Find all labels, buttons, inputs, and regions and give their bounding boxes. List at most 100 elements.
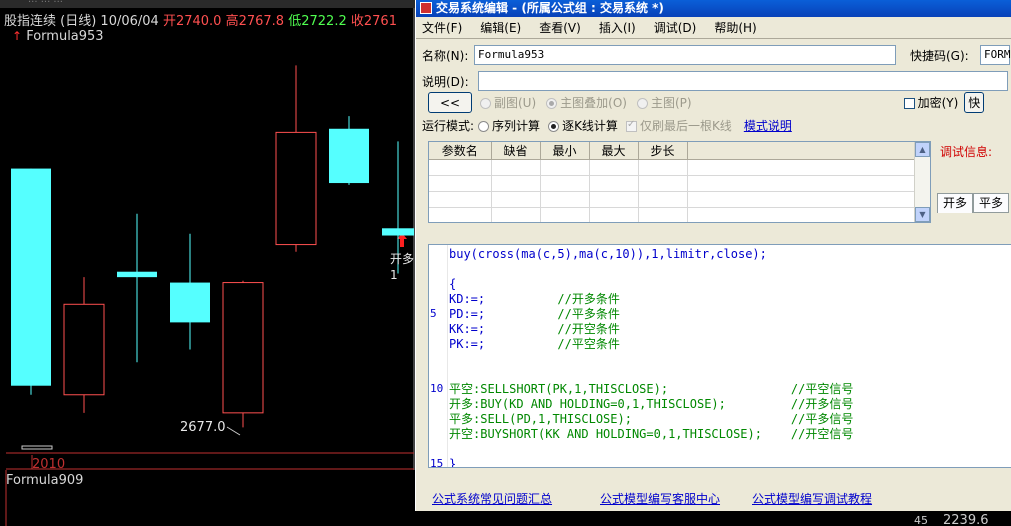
col-max[interactable]: 最大: [589, 142, 639, 160]
menu-help[interactable]: 帮助(H): [714, 19, 756, 36]
x-axis-year-label: 2010: [32, 457, 66, 472]
candle: [222, 280, 264, 428]
tab-open-long[interactable]: 开多: [937, 193, 974, 213]
radio-main-chart-label: 主图(P): [650, 96, 692, 110]
scroll-down-icon[interactable]: ▼: [915, 207, 930, 222]
trading-system-editor-dialog: 交易系统编辑 - (所属公式组 : 交易系统 *) 文件(F) 编辑(E) 查看…: [415, 0, 1011, 511]
chart-type-sub[interactable]: 副图(U): [480, 94, 536, 111]
line-number: 10: [430, 382, 444, 395]
code-editor[interactable]: 5 10 15 buy(cross(ma(c,5),ma(c,10)),1,limi…: [428, 244, 1011, 468]
radio-sub-chart[interactable]: [480, 98, 491, 109]
code-line: {: [449, 277, 853, 292]
code-line: buy(cross(ma(c,5),ma(c,10)),1,limitr,clo…: [449, 247, 853, 262]
mode-help-link[interactable]: 模式说明: [744, 117, 792, 134]
parameter-table[interactable]: 参数名 缺省 最小 最大 步长 ▲ ▼: [428, 141, 931, 223]
candle-body: [11, 168, 51, 386]
menu-debug[interactable]: 调试(D): [654, 19, 697, 36]
candle-body: [222, 282, 264, 414]
radio-sub-chart-label: 副图(U): [494, 96, 537, 110]
code-lines: buy(cross(ma(c,5),ma(c,10)),1,limitr,clo…: [449, 247, 853, 468]
table-row[interactable]: [429, 207, 916, 222]
col-param-name[interactable]: 参数名: [429, 142, 492, 160]
radio-main-chart[interactable]: [636, 98, 648, 109]
code-text: 开空:BUYSHORT(KK AND HOLDING=0,1,THISCLOSE…: [449, 427, 762, 441]
table-row[interactable]: [429, 175, 916, 192]
name-row: 名称(N): Formula953 快捷码(G): FORMU: [422, 45, 1011, 65]
chart-type-overlay[interactable]: 主图叠加(O): [546, 94, 627, 111]
quick-button[interactable]: 快: [964, 92, 985, 113]
code-line: PD:=; //平多条件: [449, 307, 853, 322]
code-text: KK:=;: [449, 322, 486, 336]
indicator-formula-name: Formula909: [6, 473, 84, 488]
debug-tabs: 开多 平多: [937, 193, 1010, 213]
col-min[interactable]: 最小: [540, 142, 590, 160]
candle-body: [63, 303, 105, 396]
low-label-pointer: [226, 426, 241, 436]
low-price-label: 2677.0: [180, 420, 226, 435]
encrypt-option[interactable]: 加密(Y): [903, 94, 959, 111]
run-mode-series[interactable]: 序列计算: [478, 117, 540, 134]
code-line: 平多:SELL(PD,1,THISCLOSE); //平多信号: [449, 412, 853, 427]
menu-edit[interactable]: 编辑(E): [480, 19, 521, 36]
description-row: 说明(D):: [422, 71, 1008, 91]
parameter-table-header: 参数名 缺省 最小 最大 步长: [429, 142, 916, 160]
dialog-title-bar[interactable]: 交易系统编辑 - (所属公式组 : 交易系统 *): [416, 0, 1011, 17]
col-default[interactable]: 缺省: [491, 142, 541, 160]
radio-per-bar-calc[interactable]: [548, 121, 560, 132]
radio-main-overlay[interactable]: [546, 98, 558, 109]
debug-panel: 调试信息: 开多 平多: [937, 141, 1011, 236]
code-text: KD:=;: [449, 292, 486, 306]
name-label: 名称(N):: [422, 48, 469, 63]
code-line: 开多:BUY(KD AND HOLDING=0,1,THISCLOSE); //…: [449, 397, 853, 412]
encrypt-label: 加密(Y): [917, 96, 959, 110]
menu-view[interactable]: 查看(V): [539, 19, 581, 36]
code-text: 平多:SELL(PD,1,THISCLOSE);: [449, 412, 632, 426]
encrypt-checkbox[interactable]: [903, 98, 915, 109]
parameter-table-scrollbar[interactable]: ▲ ▼: [914, 142, 930, 222]
col-step[interactable]: 步长: [638, 142, 688, 160]
app-icon: [420, 2, 432, 14]
code-line: PK:=; //平空条件: [449, 337, 853, 352]
description-field[interactable]: [478, 71, 1008, 91]
collapse-button[interactable]: <<: [428, 92, 472, 113]
candle: [170, 233, 210, 350]
code-line: KD:=; //开多条件: [449, 292, 853, 307]
radio-series-calc[interactable]: [478, 121, 490, 132]
right-bottom-price-value: 2239.6: [943, 513, 989, 526]
tab-close-long[interactable]: 平多: [973, 193, 1010, 213]
run-mode-row: 运行模式: 序列计算 逐K线计算 仅刷最后一根K线 模式说明: [422, 117, 792, 134]
candle: [329, 116, 369, 185]
code-text: 平空:SELLSHORT(PK,1,THISCLOSE);: [449, 382, 669, 396]
link-support[interactable]: 公式模型编写客服中心: [600, 490, 720, 507]
chart-type-main[interactable]: 主图(P): [636, 94, 692, 111]
table-row[interactable]: [429, 159, 916, 176]
shortcut-label: 快捷码(G):: [910, 48, 969, 63]
code-text: {: [449, 277, 457, 291]
code-comment: //平多条件: [557, 307, 620, 321]
menu-bar: 文件(F) 编辑(E) 查看(V) 插入(I) 调试(D) 帮助(H): [416, 17, 1011, 39]
name-field[interactable]: Formula953: [474, 45, 896, 65]
run-mode-label: 运行模式:: [422, 119, 475, 133]
link-faq[interactable]: 公式系统常见问题汇总: [432, 490, 552, 507]
link-tutorial[interactable]: 公式模型编写调试教程: [752, 490, 872, 507]
refresh-last-option[interactable]: 仅刷最后一根K线: [625, 117, 732, 134]
code-text: }: [449, 457, 457, 468]
candle-body: [329, 128, 369, 184]
candlestick-plot: [5, 8, 415, 526]
refresh-last-checkbox[interactable]: [625, 119, 637, 132]
scroll-up-icon[interactable]: ▲: [915, 142, 930, 157]
code-line: 平空:SELLSHORT(PK,1,THISCLOSE); //平空信号: [449, 382, 853, 397]
menu-file[interactable]: 文件(F): [422, 19, 462, 36]
candle-body: [275, 131, 317, 246]
candle: [11, 168, 51, 395]
table-row[interactable]: [429, 191, 916, 208]
radio-main-overlay-label: 主图叠加(O): [560, 96, 627, 110]
shortcut-field[interactable]: FORMU: [980, 45, 1011, 65]
menu-insert[interactable]: 插入(I): [599, 19, 636, 36]
code-text: 开多:BUY(KD AND HOLDING=0,1,THISCLOSE);: [449, 397, 726, 411]
code-text: PK:=;: [449, 337, 486, 351]
signal-label-open-long: 开多: [390, 252, 415, 266]
run-mode-per-bar[interactable]: 逐K线计算: [548, 117, 618, 134]
